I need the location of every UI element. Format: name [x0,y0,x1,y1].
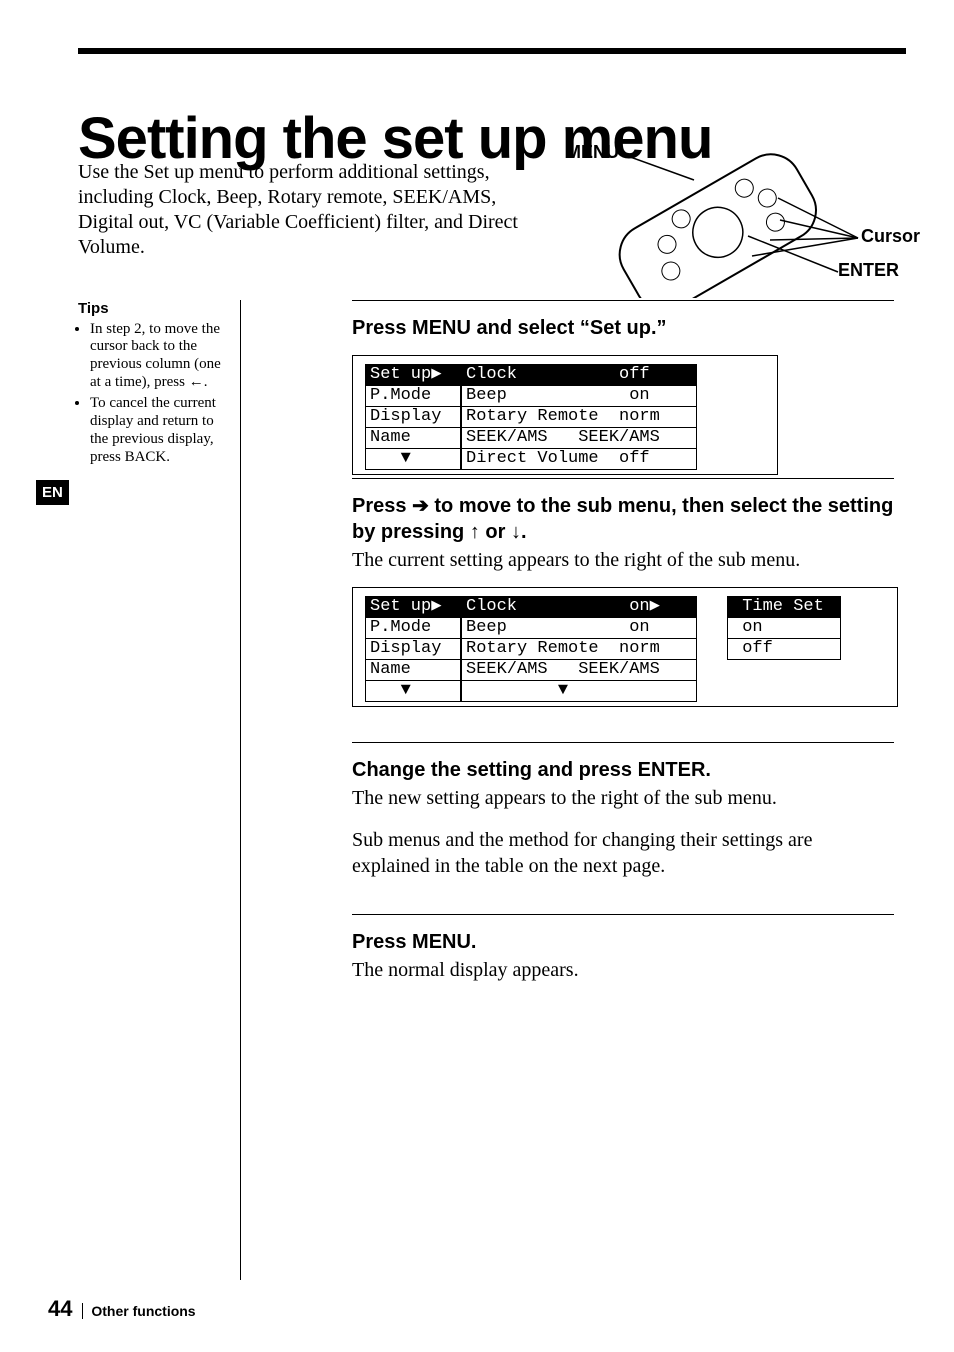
display-cell: Direct Volume off [461,448,697,470]
display-cell: Display [365,638,461,660]
step-4: Press MENU. The normal display appears. [352,914,894,983]
step-paragraph: The new setting appears to the right of … [352,785,894,811]
display-cell: Time Set [727,596,841,618]
step-1: Press MENU and select “Set up.” Set up▶C… [352,300,894,475]
page-footer: 44 Other functions [48,1296,196,1322]
arrow-down-icon: ↓ [511,521,521,543]
tip-item: To cancel the current display and return… [90,395,234,466]
text: . [521,521,527,543]
step-3: Change the setting and press ENTER. The … [352,742,894,879]
rule [352,478,894,479]
step-heading: Change the setting and press ENTER. [352,757,894,783]
rule [352,914,894,915]
step-heading: Press ➔ to move to the sub menu, then se… [352,493,894,545]
display-cell: off [727,638,841,660]
text: to move to the sub menu, then select the… [352,495,893,543]
display-cell: SEEK/AMS SEEK/AMS [461,659,697,681]
display-cell: on [727,617,841,639]
display-cell: Clock on▶ [461,596,697,618]
display-screen-1: Set up▶Clock offP.ModeBeep onDisplayRota… [352,355,778,475]
top-rule [78,48,906,54]
display-cell: Name [365,659,461,681]
intro-paragraph: Use the Set up menu to perform additiona… [78,160,538,260]
vertical-rule [240,300,241,1280]
display-screen-2: Set up▶Clock on▶ Time Set P.ModeBeep on o… [352,587,898,707]
language-tab: EN [36,480,69,505]
remote-label-menu: MENU [566,142,619,163]
display-cell: P.Mode [365,617,461,639]
tips-block: Tips In step 2, to move the cursor back … [78,300,234,470]
step-paragraph: The current setting appears to the right… [352,547,894,573]
step-2: Press ➔ to move to the sub menu, then se… [352,478,894,707]
display-cell: Display [365,406,461,428]
step-paragraph: Sub menus and the method for changing th… [352,827,894,879]
text: Press [352,495,412,517]
arrow-up-icon: ↑ [470,521,480,543]
step-paragraph: The normal display appears. [352,957,894,983]
tips-heading: Tips [78,300,234,318]
remote-label-cursor: Cursor [861,226,920,247]
rule [352,742,894,743]
display-cell: Clock off [461,364,697,386]
rule [352,300,894,301]
display-cell: Rotary Remote norm [461,406,697,428]
display-cell: SEEK/AMS SEEK/AMS [461,427,697,449]
display-cell: ▼ [461,680,697,702]
display-cell: Beep on [461,617,697,639]
display-cell: Set up▶ [365,364,461,386]
display-cell: Set up▶ [365,596,461,618]
display-cell: ▼ [365,448,461,470]
display-cell: P.Mode [365,385,461,407]
display-cell: Beep on [461,385,697,407]
remote-illustration: MENU Cursor ENTER [548,138,908,298]
text: or [480,521,511,543]
display-cell: Name [365,427,461,449]
arrow-right-icon: ➔ [412,495,429,517]
display-cell: Rotary Remote norm [461,638,697,660]
display-cell: ▼ [365,680,461,702]
remote-label-enter: ENTER [838,260,899,281]
page-number: 44 [48,1296,72,1321]
step-heading: Press MENU. [352,929,894,955]
step-heading: Press MENU and select “Set up.” [352,315,894,341]
tip-item: In step 2, to move the cursor back to th… [90,321,234,392]
section-name: Other functions [82,1303,195,1319]
